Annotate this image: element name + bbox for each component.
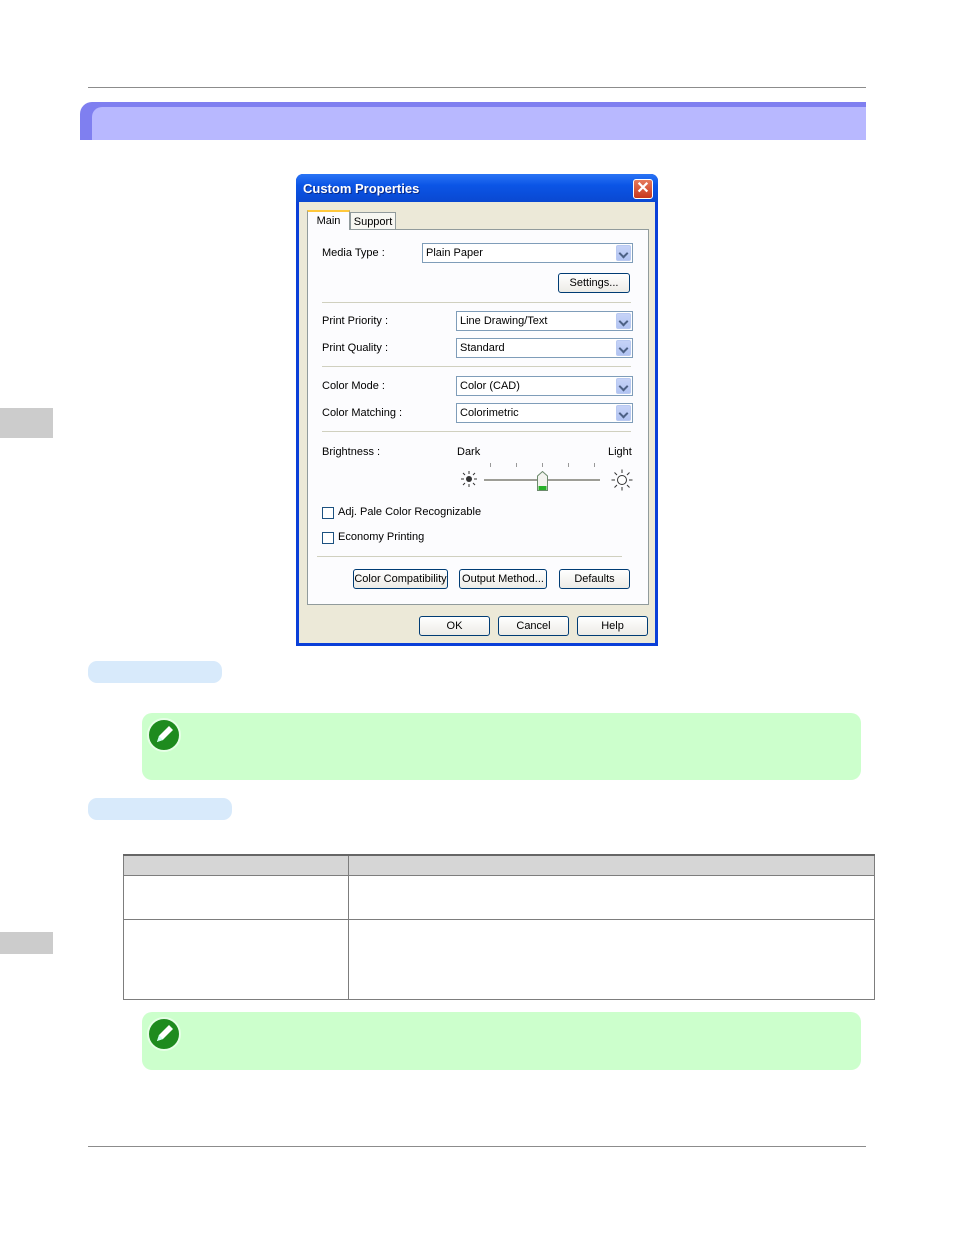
output-method-button[interactable]: Output Method... [459, 569, 547, 589]
separator [317, 556, 622, 557]
cancel-button[interactable]: Cancel [498, 616, 569, 636]
slider-tick [490, 463, 491, 467]
sun-dark-icon [461, 471, 477, 487]
dropdown-arrow-icon[interactable] [616, 245, 631, 261]
adj-pale-color-label: Adj. Pale Color Recognizable [338, 506, 482, 518]
brightness-label: Brightness : [322, 446, 381, 458]
dropdown-arrow-icon[interactable] [616, 378, 631, 394]
table-header-cell [123, 854, 349, 876]
table-header-row [123, 854, 875, 876]
print-priority-select[interactable]: Line Drawing/Text [456, 311, 633, 331]
economy-printing-label: Economy Printing [338, 531, 425, 543]
dialog-title-bar: Custom Properties ✕ [296, 174, 658, 202]
tab-main[interactable]: Main [307, 210, 350, 230]
table-cell [123, 919, 349, 1000]
table-cell [348, 919, 875, 1000]
side-chapter-tab [0, 408, 53, 438]
table-row [123, 875, 875, 920]
media-type-select[interactable]: Plain Paper [422, 243, 633, 263]
brightness-slider-thumb[interactable] [536, 470, 548, 491]
print-quality-select[interactable]: Standard [456, 338, 633, 358]
ok-button[interactable]: OK [419, 616, 490, 636]
tab-support[interactable]: Support [350, 212, 396, 230]
main-tab-panel: Media Type : Plain Paper Settings... Pri… [307, 229, 649, 605]
defaults-button[interactable]: Defaults [559, 569, 630, 589]
print-quality-label: Print Quality : [322, 342, 389, 354]
slider-tick [542, 463, 543, 467]
settings-button[interactable]: Settings... [558, 273, 630, 293]
custom-properties-dialog: Custom Properties ✕ Main Support Media T… [296, 174, 658, 646]
print-priority-label: Print Priority : [322, 315, 389, 327]
section-heading-pill [88, 798, 232, 820]
separator [322, 431, 631, 432]
color-mode-select[interactable]: Color (CAD) [456, 376, 633, 396]
dropdown-arrow-icon[interactable] [616, 313, 631, 329]
color-matching-value: Colorimetric [460, 407, 519, 419]
separator [322, 302, 631, 303]
slider-tick [568, 463, 569, 467]
dialog-body: Main Support Media Type : Plain Paper Se… [299, 202, 655, 643]
help-button[interactable]: Help [577, 616, 648, 636]
table-row [123, 919, 875, 1000]
print-priority-value: Line Drawing/Text [460, 315, 548, 327]
pencil-note-icon [147, 718, 181, 752]
brightness-dark-label: Dark [457, 446, 481, 458]
separator [322, 366, 631, 367]
bottom-rule [88, 1146, 866, 1147]
print-quality-value: Standard [460, 342, 505, 354]
side-index-tab [0, 932, 53, 954]
note-box [142, 713, 861, 780]
color-compatibility-button[interactable]: Color Compatibility [353, 569, 448, 589]
color-mode-value: Color (CAD) [460, 380, 520, 392]
close-icon[interactable]: ✕ [633, 179, 653, 199]
economy-printing-checkbox[interactable] [322, 532, 334, 544]
table-header-cell [348, 854, 875, 876]
dialog-title: Custom Properties [303, 181, 420, 196]
color-matching-label: Color Matching : [322, 407, 403, 419]
color-mode-label: Color Mode : [322, 380, 385, 392]
media-type-label: Media Type : [322, 247, 385, 259]
top-rule [88, 87, 866, 88]
table-cell [348, 875, 875, 920]
pencil-note-icon [147, 1017, 181, 1051]
brightness-light-label: Light [608, 446, 632, 458]
dropdown-arrow-icon[interactable] [616, 405, 631, 421]
slider-tick [516, 463, 517, 467]
section-title-band [80, 102, 866, 140]
sun-light-icon [611, 469, 633, 491]
media-type-value: Plain Paper [426, 247, 483, 259]
settings-table [123, 854, 875, 1000]
table-cell [123, 875, 349, 920]
section-heading-pill [88, 661, 222, 683]
dropdown-arrow-icon[interactable] [616, 340, 631, 356]
slider-tick [594, 463, 595, 467]
adj-pale-color-checkbox[interactable] [322, 507, 334, 519]
color-matching-select[interactable]: Colorimetric [456, 403, 633, 423]
note-box [142, 1012, 861, 1070]
